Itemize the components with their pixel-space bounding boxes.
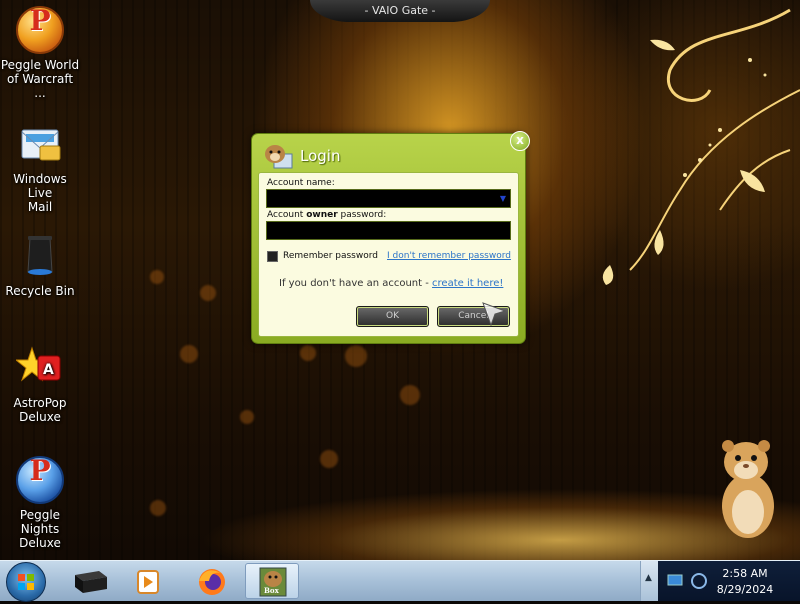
ok-button[interactable]: OK <box>356 306 429 327</box>
password-label-post: password: <box>337 210 387 220</box>
desktop-icon-label: AstroPop <box>13 396 67 410</box>
mouse-cursor-icon <box>482 302 507 327</box>
bokeh-light <box>200 285 216 301</box>
desktop-icon-windows-live-mail[interactable]: Windows Live Mail <box>0 120 80 214</box>
no-account-text: If you don't have an account - create it… <box>279 278 503 289</box>
desktop-icon-label: Peggle Nights <box>19 508 61 536</box>
recycle-bin-icon <box>16 232 64 280</box>
taskbar-item-media-player[interactable] <box>122 563 176 599</box>
desktop-icon-recycle-bin[interactable]: Recycle Bin <box>0 232 80 298</box>
taskbar-item-black-box[interactable] <box>63 563 117 599</box>
remember-password-checkbox[interactable] <box>267 251 278 262</box>
hamster-box-label: Box <box>264 586 279 595</box>
desktop-icon-peggle-world-of-warcraft[interactable]: P Peggle World of Warcraft ... <box>0 6 80 100</box>
create-account-link[interactable]: create it here! <box>432 278 503 289</box>
password-field[interactable] <box>266 221 511 240</box>
taskbar-item-firefox[interactable] <box>185 563 239 599</box>
sync-icon[interactable] <box>690 572 708 590</box>
astropop-icon: A <box>14 344 64 392</box>
chevron-up-icon: ▲ <box>645 573 652 583</box>
bokeh-light <box>320 450 338 468</box>
close-button[interactable]: x <box>510 131 530 151</box>
bokeh-light <box>300 345 316 361</box>
dropdown-arrow-icon[interactable]: ▼ <box>500 194 506 203</box>
bokeh-light <box>180 345 198 363</box>
show-hidden-icons-button[interactable]: ▲ <box>640 561 659 601</box>
desktop-icon-label: Deluxe <box>19 410 61 424</box>
vaio-gate-title: - VAIO Gate - <box>364 4 436 17</box>
desktop-icon-label: Windows Live <box>13 172 67 200</box>
login-form-panel: Account name: ▼ Account owner password: … <box>258 172 519 337</box>
hamster-box-icon <box>265 145 293 169</box>
peggle-nights-icon: P <box>16 456 64 504</box>
hamster-mascot-icon <box>722 440 774 538</box>
forgot-password-link[interactable]: I don't remember password <box>387 251 511 261</box>
network-icon[interactable] <box>666 573 686 589</box>
vaio-gate-bar[interactable]: - VAIO Gate - <box>310 0 490 22</box>
login-dialog: Login x Account name: ▼ Account owner pa… <box>251 131 530 344</box>
desktop-icon-label: Recycle Bin <box>5 284 75 298</box>
taskbar-item-hamster-box[interactable]: Box <box>245 563 299 599</box>
account-name-label: Account name: <box>267 178 335 188</box>
password-label: Account owner password: <box>267 210 386 220</box>
taskbar: Box ▲ <box>0 560 800 602</box>
clock-date[interactable]: 8/29/2024 <box>710 583 780 596</box>
account-name-field[interactable]: ▼ <box>266 189 511 208</box>
peggle-icon: P <box>16 6 64 54</box>
start-button[interactable] <box>6 562 46 602</box>
desktop-icon-label: Mail <box>27 200 53 214</box>
media-player-icon <box>137 570 159 594</box>
mail-icon <box>16 120 64 168</box>
bokeh-light <box>240 410 254 424</box>
password-label-bold: owner <box>306 210 338 220</box>
no-account-prompt: If you don't have an account - <box>279 278 433 289</box>
remember-password-label: Remember password <box>283 251 378 261</box>
black-box-icon <box>75 571 107 593</box>
password-label-pre: Account <box>267 210 307 220</box>
desktop-icon-peggle-nights-deluxe[interactable]: P Peggle Nights Deluxe <box>0 456 80 550</box>
bokeh-light <box>150 270 164 284</box>
desktop-icon-label: Deluxe <box>19 536 61 550</box>
windows-logo-icon <box>18 574 34 590</box>
svg-text:A: A <box>43 362 54 378</box>
desktop-icon-label: Peggle World <box>0 58 80 72</box>
bokeh-light <box>150 500 166 516</box>
desktop-icon-astropop-deluxe[interactable]: A AstroPop Deluxe <box>0 344 80 424</box>
login-title: Login <box>300 147 341 165</box>
firefox-icon <box>199 569 225 595</box>
swirl-decoration <box>602 8 800 285</box>
login-title-bar[interactable]: Login <box>260 140 495 170</box>
clock-time[interactable]: 2:58 AM <box>710 567 780 580</box>
close-icon: x <box>516 133 524 147</box>
bokeh-light <box>400 385 420 405</box>
bokeh-light <box>345 345 367 367</box>
desktop-icon-label: of Warcraft ... <box>6 72 74 100</box>
